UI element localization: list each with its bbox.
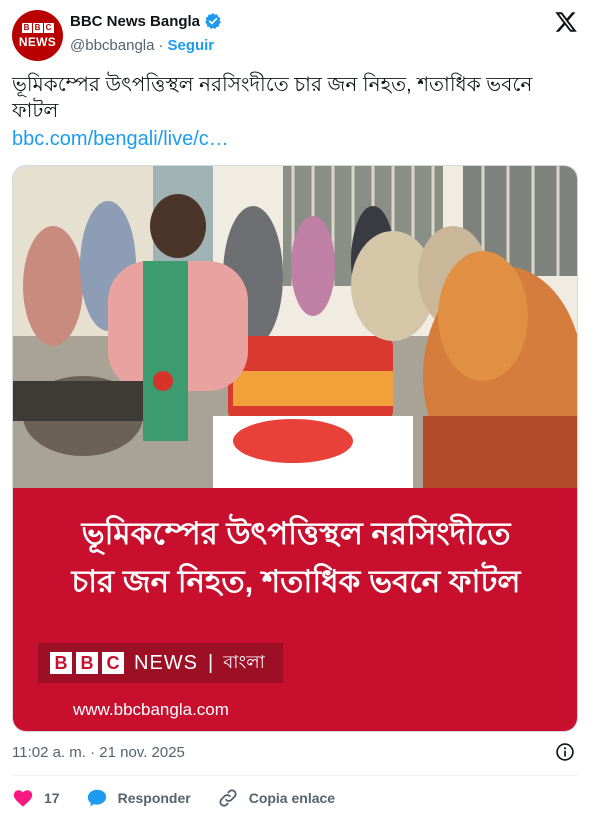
brand-block: C: [102, 652, 124, 674]
reply-label: Responder: [117, 790, 191, 806]
media-headline: ভূমিকম্পের উৎপত্তিস্থল নরসিংদীতে চার জন …: [13, 510, 577, 606]
copy-link-label: Copia enlace: [248, 790, 336, 806]
reply-icon: [87, 789, 106, 807]
tweet-link[interactable]: bbc.com/bengali/live/c…: [12, 128, 229, 151]
media-headline-line: চার জন নিহত, শতাধিক ভবনে ফাটল: [71, 564, 521, 599]
brand-separator: |: [208, 651, 214, 674]
avatar-logo-text: NEWS: [18, 34, 57, 49]
handle-row: @bbcbangla · Seguir: [70, 37, 214, 54]
like-count: 17: [44, 790, 60, 806]
x-logo-icon[interactable]: [554, 10, 578, 34]
site-url: www.bbcbangla.com: [73, 700, 229, 719]
avatar-logo-blocks: B B C: [21, 22, 54, 33]
verified-icon: [205, 13, 221, 30]
media-headline-line: ভূমিকম্পের উৎপত্তিস্থল নরসিংদীতে: [81, 516, 511, 551]
media-card[interactable]: ভূমিকম্পের উৎপত্তিস্থল নরসিংদীতে চার জন …: [12, 165, 578, 732]
action-bar: 17 Responder Copia enlace: [12, 784, 361, 812]
avatar[interactable]: B B C NEWS: [12, 10, 63, 61]
like-button[interactable]: 17: [12, 787, 60, 809]
tweet-text: ভূমিকম্পের উৎপত্তিস্থল নরসিংদীতে চার জন …: [12, 74, 533, 122]
timestamp[interactable]: 11:02 a. m. · 21 nov. 2025: [12, 744, 185, 761]
heart-icon: [13, 790, 33, 807]
tweet-header: B B C NEWS BBC News Bangla @bbcbangla · …: [12, 10, 582, 61]
reply-button[interactable]: Responder: [86, 787, 191, 809]
info-icon[interactable]: [555, 742, 575, 762]
handle[interactable]: @bbcbangla: [70, 37, 154, 54]
news-photo: [13, 166, 577, 488]
handle-separator: ·: [158, 37, 164, 54]
divider: [12, 775, 578, 776]
brand-bangla: বাংলা: [223, 651, 265, 672]
display-name[interactable]: BBC News Bangla: [70, 13, 200, 30]
copy-link-button[interactable]: Copia enlace: [217, 787, 335, 809]
brand-news: NEWS: [134, 651, 198, 674]
follow-button[interactable]: Seguir: [167, 37, 214, 54]
avatar-logo-block: C: [43, 22, 54, 33]
avatar-logo-block: B: [32, 22, 43, 33]
headline-panel: ভূমিকম্পের উৎপত্তিস্থল নরসিংদীতে চার জন …: [13, 488, 577, 731]
display-name-row: BBC News Bangla: [70, 12, 222, 30]
link-icon: [219, 789, 237, 807]
brand-block: B: [76, 652, 98, 674]
bbc-brand-bar: B B C NEWS | বাংলা: [38, 643, 283, 683]
avatar-logo-block: B: [21, 22, 32, 33]
brand-block: B: [50, 652, 72, 674]
